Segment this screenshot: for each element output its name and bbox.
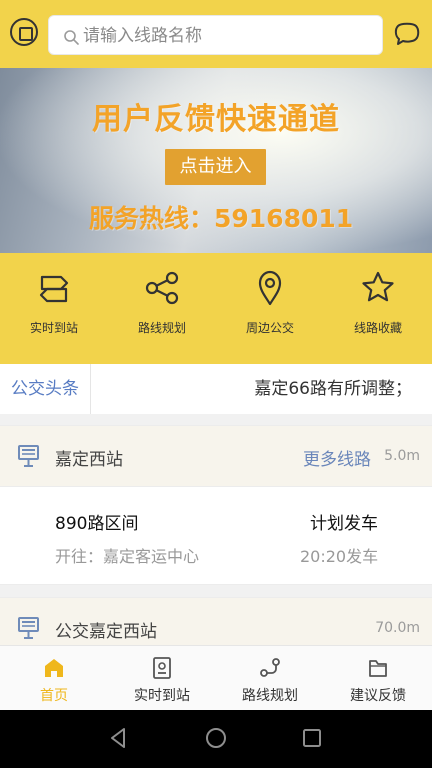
tab-feedback[interactable]: 建议反馈 (324, 646, 432, 711)
news-label: 公交头条 (0, 364, 91, 414)
quick-label: 线路收藏 (353, 321, 402, 335)
departure-time: 20:20发车 (300, 547, 379, 566)
station-distance: 5.0m (384, 448, 420, 464)
chat-bubble-icon[interactable] (394, 22, 420, 46)
search-input[interactable] (83, 16, 373, 56)
quick-label: 路线规划 (137, 321, 186, 335)
quick-route-favorites[interactable]: 线路收藏 (324, 253, 432, 364)
home-circle-icon[interactable] (205, 727, 227, 749)
tab-route-planning[interactable]: 路线规划 (216, 646, 324, 711)
service-hotline: 服务热线：59168011 (89, 204, 354, 233)
recent-square-icon[interactable] (302, 728, 322, 748)
banner-enter-button[interactable]: 点击进入 (165, 149, 266, 185)
route-card[interactable]: 890路区间 开往：嘉定客运中心 计划发车 20:20发车 (0, 487, 432, 585)
route-status: 计划发车 (310, 514, 378, 534)
android-navigation-bar (0, 710, 432, 768)
quick-label: 实时到站 (29, 321, 78, 335)
search-box[interactable] (48, 15, 383, 56)
tab-label: 首页 (40, 688, 68, 704)
tab-home[interactable]: 首页 (0, 646, 108, 711)
tab-label: 建议反馈 (350, 688, 406, 704)
location-pin-icon (258, 270, 282, 306)
news-headline[interactable]: 嘉定66路有所调整； (254, 364, 412, 414)
quick-realtime-arrival[interactable]: 实时到站 (0, 253, 108, 364)
bus-company-logo-icon[interactable] (10, 18, 38, 46)
bus-stop-sign-icon (18, 445, 39, 467)
star-icon (362, 271, 394, 302)
top-bar (0, 0, 432, 68)
bus-app-screen: 用户反馈快速通道 点击进入 服务热线：59168011 实时到站 路线规划 (0, 0, 432, 768)
search-icon (64, 30, 79, 45)
feedback-banner[interactable]: 用户反馈快速通道 点击进入 服务热线：59168011 (0, 68, 432, 253)
station-header[interactable]: 嘉定西站 更多线路 5.0m (0, 425, 432, 487)
tab-label: 实时到站 (134, 688, 190, 704)
route-planning-icon (260, 658, 280, 677)
bus-stop-sign-icon (18, 617, 39, 639)
quick-route-planning[interactable]: 路线规划 (108, 253, 216, 364)
quick-label: 周边公交 (245, 321, 294, 335)
bottom-tab-bar: 首页 实时到站 路线规划 建议反馈 (0, 645, 432, 710)
station-name: 公交嘉定西站 (55, 622, 157, 642)
quick-nearby-bus[interactable]: 周边公交 (216, 253, 324, 364)
station-name: 嘉定西站 (55, 450, 123, 470)
tab-label: 路线规划 (242, 688, 298, 704)
route-destination: 开往：嘉定客运中心 (55, 547, 200, 566)
route-name: 890路区间 (55, 514, 139, 534)
home-icon (45, 659, 63, 677)
realtime-arrival-icon (153, 657, 171, 679)
banner-title: 用户反馈快速通道 (92, 102, 340, 137)
tab-realtime-arrival[interactable]: 实时到站 (108, 646, 216, 711)
feedback-folder-icon (369, 660, 387, 677)
quick-actions: 实时到站 路线规划 周边公交 线路收藏 (0, 253, 432, 364)
bus-news-row[interactable]: 公交头条 嘉定66路有所调整； (0, 364, 432, 414)
station-distance: 70.0m (375, 620, 420, 636)
route-arrows-icon (39, 275, 69, 303)
back-triangle-icon[interactable] (106, 726, 130, 750)
route-share-icon (145, 271, 179, 305)
more-routes-link[interactable]: 更多线路 (303, 445, 371, 470)
